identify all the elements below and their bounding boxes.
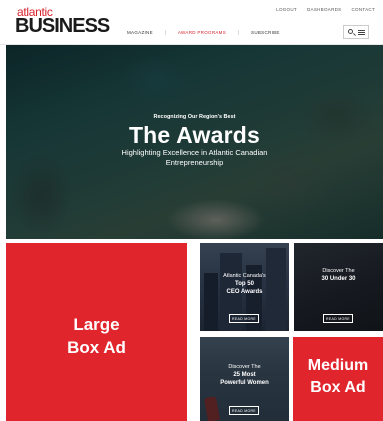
logout-link[interactable]: LOGOUT bbox=[276, 7, 297, 12]
read-more-button[interactable]: READ MORE bbox=[229, 406, 259, 415]
hero-subtitle: Highlighting Excellence in Atlantic Cana… bbox=[6, 148, 383, 168]
hero-kicker: Recognizing Our Region's Best bbox=[153, 114, 236, 120]
dashboards-link[interactable]: DASHBOARDS bbox=[307, 7, 342, 12]
tile-ceo-kicker: Atlantic Canada's bbox=[223, 273, 266, 279]
tile-u30-title: 30 Under 30 bbox=[321, 276, 356, 282]
header-icon-group bbox=[343, 25, 369, 39]
site-header: atlantic BUSINESS LOGOUT DASHBOARDS CONT… bbox=[0, 0, 383, 44]
site-logo[interactable]: atlantic BUSINESS bbox=[15, 6, 110, 37]
search-icon[interactable] bbox=[347, 28, 356, 37]
medium-ad-line1: Medium bbox=[307, 357, 369, 374]
tile-women-kicker: Discover The bbox=[228, 364, 261, 370]
tile-25-most-powerful-women[interactable]: Discover The 25 Most Powerful Women READ… bbox=[200, 337, 289, 421]
hero-subtitle-line1: Highlighting Excellence in Atlantic Cana… bbox=[121, 148, 268, 157]
tile-top-50-ceo-awards[interactable]: Atlantic Canada's Top 50 CEO Awards READ… bbox=[200, 243, 289, 331]
tile-u30-kicker: Discover The bbox=[322, 268, 355, 274]
hero-text: Recognizing Our Region's Best The Awards… bbox=[6, 45, 383, 239]
logo-business: BUSINESS bbox=[15, 15, 110, 37]
tile-women-text: Discover The 25 Most Powerful Women bbox=[200, 364, 289, 387]
utility-nav: LOGOUT DASHBOARDS CONTACT bbox=[276, 7, 375, 12]
tile-u30-text: Discover The 30 Under 30 bbox=[294, 268, 383, 283]
read-more-button[interactable]: READ MORE bbox=[323, 314, 353, 323]
nav-item-subscribe[interactable]: SUBSCRIBE bbox=[239, 30, 292, 35]
hero-title: The Awards bbox=[128, 122, 261, 148]
nav-item-magazine[interactable]: MAGAZINE bbox=[112, 30, 165, 35]
nav-item-award-programs[interactable]: AWARD PROGRAMS bbox=[164, 29, 240, 35]
tile-30-under-30[interactable]: Discover The 30 Under 30 READ MORE bbox=[294, 243, 383, 331]
tile-ceo-text: Atlantic Canada's Top 50 CEO Awards bbox=[200, 273, 289, 296]
medium-ad-line2: Box Ad bbox=[310, 379, 366, 396]
tile-ceo-title-line2: CEO Awards bbox=[226, 289, 263, 295]
hero-banner[interactable]: Recognizing Our Region's Best The Awards… bbox=[6, 45, 383, 239]
large-box-ad[interactable]: Large Box Ad bbox=[6, 243, 187, 421]
tile-women-title-line1: 25 Most bbox=[233, 372, 256, 378]
large-ad-line2: Box Ad bbox=[67, 338, 126, 357]
tile-women-title-line2: Powerful Women bbox=[220, 380, 269, 386]
large-ad-line1: Large bbox=[73, 315, 120, 334]
medium-box-ad[interactable]: Medium Box Ad bbox=[293, 337, 383, 421]
hero-subtitle-line2: Entrepreneurship bbox=[165, 158, 224, 167]
read-more-button[interactable]: READ MORE bbox=[229, 314, 259, 323]
medium-box-ad-text: Medium Box Ad bbox=[293, 355, 383, 399]
contact-link[interactable]: CONTACT bbox=[351, 7, 375, 12]
menu-icon[interactable] bbox=[357, 28, 366, 37]
large-box-ad-text: Large Box Ad bbox=[6, 313, 187, 359]
tile-ceo-title-line1: Top 50 bbox=[235, 281, 254, 287]
main-nav: MAGAZINE AWARD PROGRAMS SUBSCRIBE bbox=[112, 24, 292, 40]
